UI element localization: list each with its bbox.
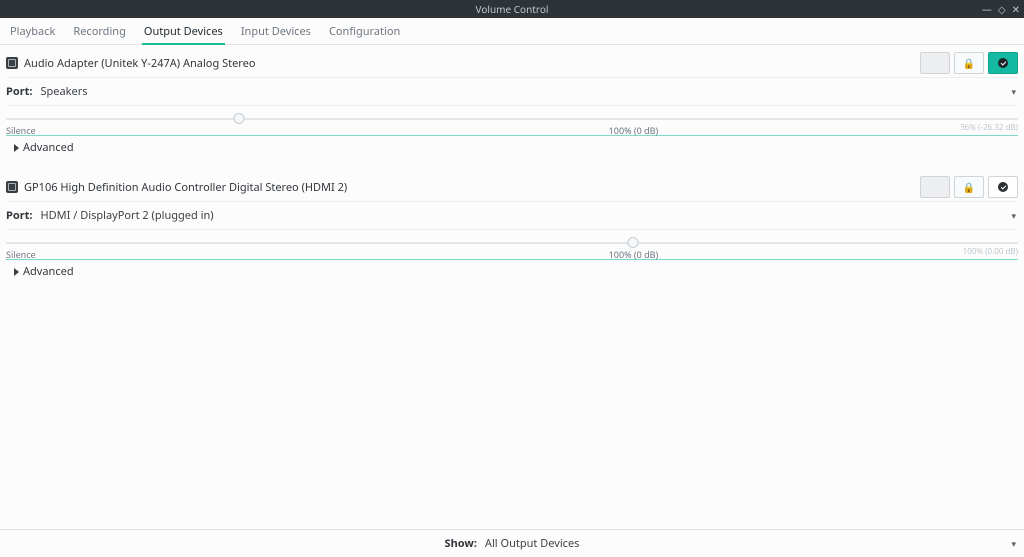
lock-channels-button[interactable]: 🔒 — [954, 52, 984, 74]
port-row: Port: Speakers ▾ — [6, 77, 1018, 106]
volume-slider[interactable]: Silence 100% (0 dB) 36% (-26.32 dB) — [6, 108, 1018, 136]
check-icon — [998, 182, 1008, 192]
set-default-button[interactable] — [988, 52, 1018, 74]
expander-triangle-icon — [14, 268, 19, 276]
minimize-button[interactable]: — — [982, 4, 992, 14]
slider-thumb[interactable] — [628, 237, 639, 248]
port-select[interactable]: Speakers — [41, 82, 1004, 101]
device-name: GP106 High Definition Audio Controller D… — [24, 180, 914, 195]
advanced-expander[interactable]: Advanced — [6, 260, 1018, 283]
volume-readout: 100% (0.00 dB) — [963, 246, 1018, 257]
device-name: Audio Adapter (Unitek Y-247A) Analog Ste… — [24, 56, 914, 71]
chevron-down-icon[interactable]: ▾ — [1011, 537, 1016, 550]
show-label: Show: — [445, 536, 477, 551]
volume-slider[interactable]: Silence 100% (0 dB) 100% (0.00 dB) — [6, 232, 1018, 260]
lock-channels-button[interactable]: 🔒 — [954, 176, 984, 198]
show-filter-select[interactable]: All Output Devices — [485, 536, 580, 551]
tab-bar: Playback Recording Output Devices Input … — [0, 18, 1024, 45]
window-title: Volume Control — [476, 2, 549, 16]
sound-card-icon — [6, 181, 18, 193]
lock-icon: 🔒 — [963, 180, 975, 194]
mute-button[interactable] — [920, 52, 950, 74]
slider-thumb[interactable] — [233, 113, 244, 124]
advanced-label: Advanced — [23, 140, 74, 155]
sound-card-icon — [6, 57, 18, 69]
tab-playback[interactable]: Playback — [8, 22, 57, 44]
filter-bar: Show: All Output Devices ▾ — [0, 529, 1024, 557]
window-controls: — ◇ ✕ — [982, 0, 1020, 18]
mute-button[interactable] — [920, 176, 950, 198]
output-device: GP106 High Definition Audio Controller D… — [6, 173, 1018, 283]
tab-input-devices[interactable]: Input Devices — [239, 22, 313, 44]
level-meter — [6, 135, 1018, 136]
expander-triangle-icon — [14, 144, 19, 152]
device-header: Audio Adapter (Unitek Y-247A) Analog Ste… — [6, 49, 1018, 77]
chevron-down-icon[interactable]: ▾ — [1011, 85, 1018, 98]
slider-track — [6, 118, 1018, 120]
advanced-label: Advanced — [23, 264, 74, 279]
check-icon — [998, 58, 1008, 68]
level-meter — [6, 259, 1018, 260]
volume-readout: 36% (-26.32 dB) — [960, 122, 1018, 133]
close-button[interactable]: ✕ — [1012, 4, 1020, 14]
titlebar: Volume Control — ◇ ✕ — [0, 0, 1024, 18]
maximize-button[interactable]: ◇ — [998, 4, 1006, 14]
device-header: GP106 High Definition Audio Controller D… — [6, 173, 1018, 201]
port-label: Port: — [6, 208, 33, 223]
output-device: Audio Adapter (Unitek Y-247A) Analog Ste… — [6, 49, 1018, 159]
tab-configuration[interactable]: Configuration — [327, 22, 402, 44]
device-list: Audio Adapter (Unitek Y-247A) Analog Ste… — [0, 45, 1024, 529]
slider-track — [6, 242, 1018, 244]
chevron-down-icon[interactable]: ▾ — [1011, 209, 1018, 222]
tab-recording[interactable]: Recording — [71, 22, 127, 44]
lock-icon: 🔒 — [963, 56, 975, 70]
set-default-button[interactable] — [988, 176, 1018, 198]
tab-output-devices[interactable]: Output Devices — [142, 22, 225, 45]
port-row: Port: HDMI / DisplayPort 2 (plugged in) … — [6, 201, 1018, 230]
advanced-expander[interactable]: Advanced — [6, 136, 1018, 159]
port-label: Port: — [6, 84, 33, 99]
port-select[interactable]: HDMI / DisplayPort 2 (plugged in) — [41, 206, 1004, 225]
